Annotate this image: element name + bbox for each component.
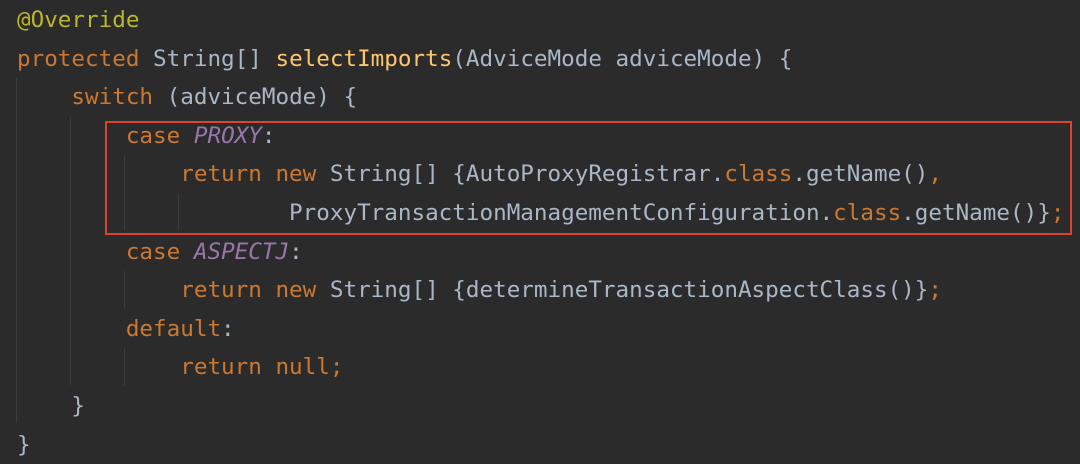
code-line[interactable]: } xyxy=(17,387,1064,426)
code-token-kw: protected xyxy=(17,45,140,72)
code-token-kw: default xyxy=(125,315,222,342)
code-token-id: (AdviceMode adviceMode) { xyxy=(452,45,793,72)
code-line[interactable]: switch (adviceMode) { xyxy=(17,78,1064,117)
code-line[interactable]: default: xyxy=(17,310,1064,349)
code-line[interactable]: return new String[] {determineTransactio… xyxy=(17,271,1064,310)
code-token-id: String[] xyxy=(139,45,276,72)
code-token-id: (adviceMode) { xyxy=(153,84,358,111)
code-line[interactable]: protected String[] selectImports(AdviceM… xyxy=(17,40,1064,79)
code-token-id: : xyxy=(289,238,303,265)
code-token-kw: return new xyxy=(180,277,317,304)
code-token-fn: selectImports xyxy=(275,45,453,72)
code-token-id xyxy=(17,277,180,303)
code-token-id: : xyxy=(221,315,235,342)
code-token-id xyxy=(180,239,194,265)
code-token-id xyxy=(17,239,126,265)
code-token-id xyxy=(17,354,180,380)
code-token-kw: case xyxy=(125,238,181,265)
code-line[interactable]: @Override xyxy=(17,1,1064,40)
code-token-kw: switch xyxy=(71,84,154,111)
code-token-kw: ; xyxy=(928,277,942,304)
highlight-box xyxy=(105,121,1072,235)
code-token-id: } xyxy=(17,392,86,419)
code-token-id xyxy=(17,316,126,342)
code-token-ann: @Override xyxy=(17,7,140,33)
code-token-id: String[] {determineTransactionAspectClas… xyxy=(316,277,929,304)
code-token-id xyxy=(17,84,71,110)
code-token-const: ASPECTJ xyxy=(193,238,290,265)
code-line[interactable]: } xyxy=(17,426,1064,464)
code-line[interactable]: return null; xyxy=(17,348,1064,387)
code-token-id: } xyxy=(17,431,31,458)
code-line[interactable]: case ASPECTJ: xyxy=(17,233,1064,272)
code-token-kw: return null; xyxy=(180,354,344,381)
